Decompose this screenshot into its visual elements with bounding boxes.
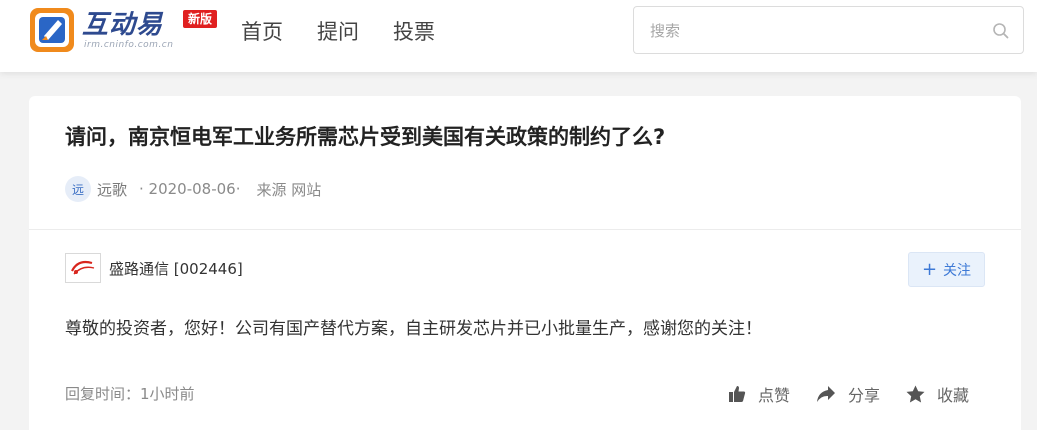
company-row: 盛路通信 [002446] (65, 253, 243, 283)
share-icon (817, 386, 836, 402)
logo-title: 互动易 (82, 10, 164, 40)
reply-time: 回复时间：1小时前 (65, 385, 195, 403)
thumbs-up-icon (729, 386, 746, 402)
top-bar: 互动易 新版 irm.cninfo.com.cn 首页 提问 投票 (0, 0, 1037, 72)
logo-subtitle: irm.cninfo.com.cn (84, 40, 174, 50)
search-icon[interactable] (991, 21, 1011, 41)
logo-icon (30, 8, 74, 52)
company-name[interactable]: 盛路通信 [002446] (109, 258, 243, 279)
nav-ask[interactable]: 提问 (317, 18, 359, 46)
author-name[interactable]: 远歌 (97, 179, 127, 200)
question-date: · 2020-08-06· (139, 180, 241, 198)
star-icon (906, 385, 925, 403)
answer-text: 尊敬的投资者，您好！公司有国产替代方案，自主研发芯片并已小批量生产，感谢您的关注… (65, 319, 762, 339)
share-label: 分享 (848, 386, 881, 405)
follow-button[interactable]: + 关注 (908, 252, 985, 287)
question-meta: 远 远歌 · 2020-08-06· 来源 网站 (65, 176, 321, 202)
new-version-badge: 新版 (183, 10, 218, 28)
share-button[interactable]: 分享 (816, 382, 880, 406)
like-label: 点赞 (758, 386, 791, 405)
question-source: 来源 网站 (256, 180, 322, 199)
like-button[interactable]: 点赞 (728, 382, 790, 406)
plus-icon: + (921, 258, 938, 280)
answer-actions: 点赞 分享 收藏 (728, 382, 969, 406)
nav-home[interactable]: 首页 (241, 18, 283, 46)
site-logo[interactable]: 互动易 新版 irm.cninfo.com.cn (28, 6, 228, 54)
author-avatar[interactable]: 远 (65, 176, 91, 202)
search-input[interactable] (650, 19, 980, 43)
company-logo-icon[interactable] (65, 253, 101, 283)
main-nav: 首页 提问 投票 (241, 18, 469, 46)
follow-label: 关注 (943, 262, 972, 279)
question-title[interactable]: 请问，南京恒电军工业务所需芯片受到美国有关政策的制约了么? (65, 122, 665, 152)
search-box (633, 6, 1024, 54)
divider (29, 229, 1021, 230)
favorite-button[interactable]: 收藏 (906, 382, 969, 406)
nav-vote[interactable]: 投票 (393, 18, 435, 46)
favorite-label: 收藏 (937, 386, 970, 405)
qa-card: 请问，南京恒电军工业务所需芯片受到美国有关政策的制约了么? 远 远歌 · 202… (29, 96, 1021, 430)
